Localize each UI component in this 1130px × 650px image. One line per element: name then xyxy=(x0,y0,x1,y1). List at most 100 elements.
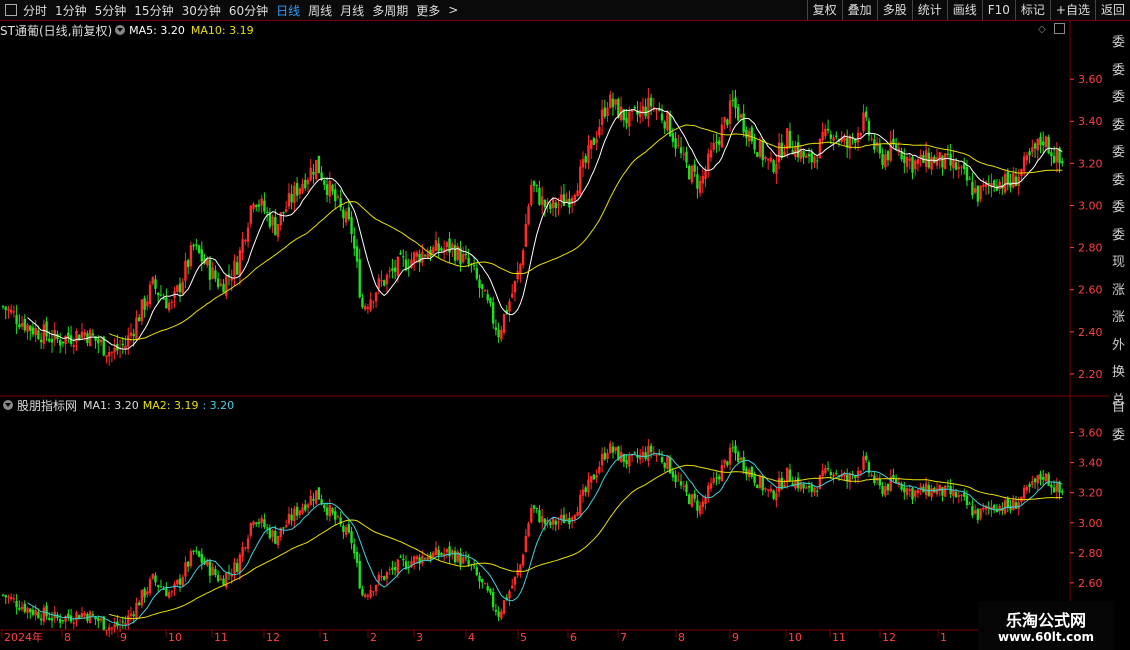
candle-body xyxy=(467,560,470,565)
candle-body xyxy=(23,603,26,612)
candle-body xyxy=(48,338,51,342)
candle-body xyxy=(628,455,631,467)
candle-body xyxy=(7,308,10,311)
candle-body xyxy=(15,315,18,324)
candle-body xyxy=(816,160,819,162)
candle-body xyxy=(353,544,356,554)
candle-body xyxy=(399,556,402,558)
candle-body xyxy=(347,207,351,219)
candle-body xyxy=(325,184,329,195)
candle-body xyxy=(1006,171,1010,185)
candle-body xyxy=(535,507,538,509)
candle-body xyxy=(521,250,525,266)
candle-body xyxy=(249,205,252,224)
candle-body xyxy=(1036,475,1039,484)
candle-body xyxy=(508,301,511,312)
ma5-label: MA5: 3.20 xyxy=(129,23,185,37)
candle-body xyxy=(543,199,547,207)
candle-body xyxy=(938,152,941,162)
candle-body xyxy=(235,563,239,573)
candle-body xyxy=(606,107,609,117)
candle-body xyxy=(358,561,361,589)
candle-body xyxy=(9,597,13,600)
candle-body xyxy=(244,239,247,242)
candle-body xyxy=(260,517,263,523)
candle-body xyxy=(976,185,980,202)
candle-body xyxy=(1,306,5,308)
candle-body xyxy=(157,585,160,587)
candle-body xyxy=(61,341,65,344)
candle-body xyxy=(824,468,827,474)
rail-label: 涨 xyxy=(1112,310,1126,325)
candle-body xyxy=(12,311,16,313)
candle-body xyxy=(707,153,710,170)
candle-body xyxy=(979,185,982,200)
candle-body xyxy=(353,235,356,249)
candle-body xyxy=(943,485,947,497)
candle-body xyxy=(903,155,906,163)
candle-body xyxy=(80,613,84,618)
candle-body xyxy=(965,167,969,181)
candle-body xyxy=(1050,152,1053,157)
kline-chart[interactable]: 3.60 3.40 3.20 3.00 2.80 2.60 2.40 2.20 3.60 3.40… xyxy=(0,0,1110,650)
circle-dropdown-icon[interactable] xyxy=(115,25,126,35)
candle-body xyxy=(807,154,811,157)
circle-dropdown-icon[interactable] xyxy=(3,400,13,410)
candle-body xyxy=(843,474,846,477)
candle-body xyxy=(334,189,337,202)
candle-body xyxy=(911,156,914,173)
candle-body xyxy=(45,321,48,337)
y-tick-label: 2.80 xyxy=(1078,547,1103,560)
candle-body xyxy=(579,166,582,195)
candle-body xyxy=(167,592,171,598)
candle-body xyxy=(350,531,353,544)
candle-body xyxy=(924,483,928,496)
candle-body xyxy=(391,268,394,271)
candle-body xyxy=(663,462,666,468)
candle-body xyxy=(946,153,950,155)
candle-body xyxy=(347,524,351,533)
candle-body xyxy=(530,184,533,205)
candle-body xyxy=(500,611,503,619)
candle-body xyxy=(336,196,340,198)
candle-body xyxy=(949,154,952,166)
candle-body xyxy=(143,588,146,598)
candle-body xyxy=(323,504,326,508)
candle-body xyxy=(916,489,920,494)
candle-body xyxy=(298,510,302,515)
candle-body xyxy=(108,352,111,357)
candle-body xyxy=(696,174,699,189)
candle-body xyxy=(813,156,816,164)
candle-body xyxy=(903,487,906,493)
candle-body xyxy=(968,503,971,505)
candle-body xyxy=(219,283,223,286)
candle-body xyxy=(826,128,830,131)
candle-body xyxy=(328,180,331,197)
candle-body xyxy=(200,249,203,262)
candle-body xyxy=(309,495,312,505)
candle-body xyxy=(31,327,35,335)
candle-body xyxy=(287,193,291,207)
candle-body xyxy=(143,298,146,310)
candle-body xyxy=(592,138,596,145)
candle-body xyxy=(426,253,429,259)
candle-body xyxy=(393,567,397,571)
candle-body xyxy=(786,128,789,149)
y-tick-label: 3.00 xyxy=(1078,517,1103,530)
candle-body xyxy=(614,447,617,451)
panel-toggle-icon[interactable] xyxy=(1054,23,1065,34)
candle-body xyxy=(655,110,658,112)
ma10-label: MA10: 3.19 xyxy=(190,23,254,37)
candle-body xyxy=(486,294,489,301)
candle-body xyxy=(263,519,266,528)
candle-body xyxy=(769,488,773,492)
candle-body xyxy=(491,302,495,324)
candle-body xyxy=(146,301,149,307)
diamond-icon[interactable]: ◇ xyxy=(1038,24,1046,35)
candle-body xyxy=(295,506,299,516)
candle-body xyxy=(720,124,724,148)
candle-body xyxy=(306,179,310,185)
candle-body xyxy=(388,270,391,272)
ma1-label: MA1: 3.20 xyxy=(83,398,139,412)
candle-body xyxy=(1033,478,1037,483)
